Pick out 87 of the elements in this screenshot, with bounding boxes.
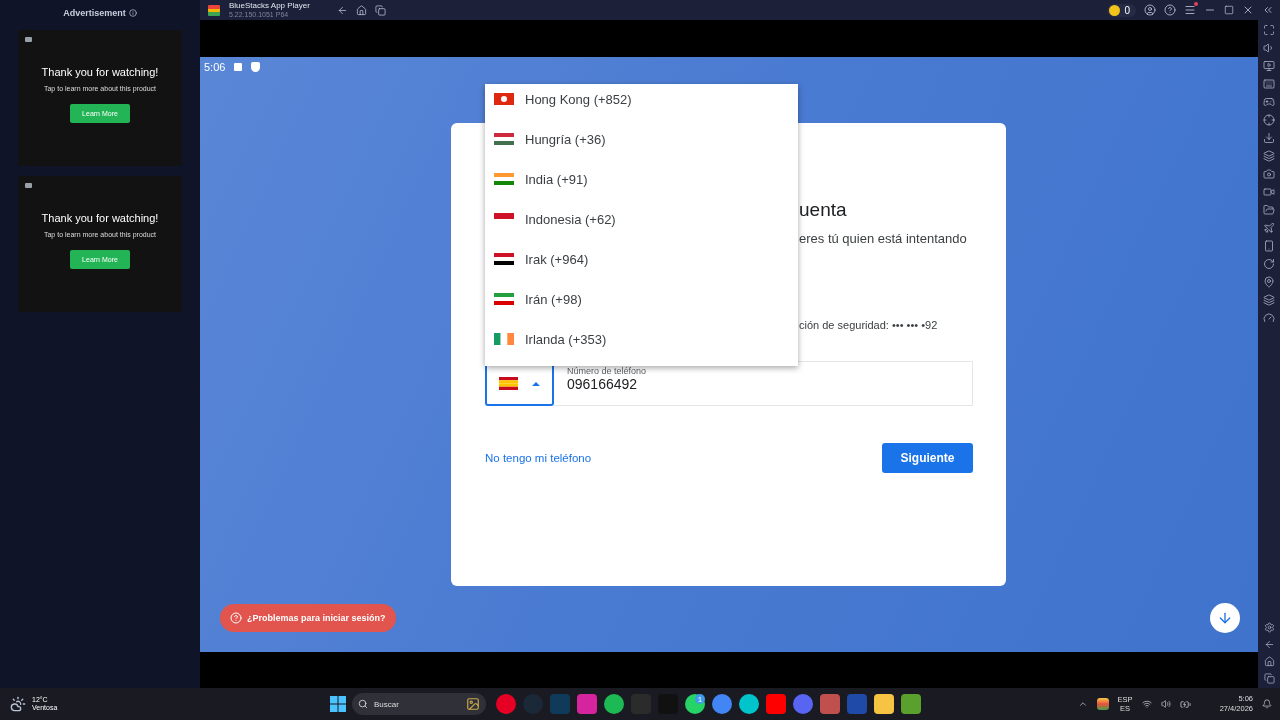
card-text: eres tú quien está intentando <box>799 231 968 246</box>
weather-icon[interactable] <box>10 696 26 712</box>
app-icon[interactable] <box>496 694 516 714</box>
speaker-icon[interactable] <box>1263 42 1275 54</box>
video-icon[interactable] <box>1263 186 1275 198</box>
close-icon[interactable] <box>1242 4 1254 16</box>
flag-icon <box>494 133 514 145</box>
coin-icon <box>1109 4 1121 16</box>
app-icon[interactable] <box>739 694 759 714</box>
caret-icon <box>532 381 540 386</box>
scroll-down-button[interactable] <box>1210 603 1240 633</box>
field-label: Número de teléfono <box>567 366 647 376</box>
logo-icon <box>207 3 221 17</box>
home-icon[interactable] <box>1263 656 1275 667</box>
user-icon[interactable] <box>1144 4 1156 16</box>
camera-icon[interactable] <box>1263 168 1275 180</box>
coin-count: 0 <box>1124 4 1130 16</box>
crosshair-icon[interactable] <box>1263 114 1275 126</box>
flag-icon <box>494 293 514 305</box>
search-icon <box>358 699 368 709</box>
help-icon <box>230 612 242 624</box>
app-icon[interactable] <box>901 694 921 714</box>
country-option[interactable]: Hong Kong (+852) <box>485 84 798 119</box>
ad-title: Thank you for watching! <box>41 66 159 78</box>
wifi-icon[interactable] <box>1141 699 1152 709</box>
flag-icon <box>494 253 514 265</box>
rotate-icon[interactable] <box>1263 258 1275 270</box>
next-button[interactable]: Siguiente <box>882 443 973 473</box>
volume-icon[interactable] <box>1160 699 1171 709</box>
country-option[interactable]: Hungría (+36) <box>485 119 798 159</box>
folder-icon[interactable] <box>1263 204 1275 216</box>
help-icon[interactable] <box>1164 4 1176 16</box>
ad-title: Thank you for watching! <box>41 212 159 224</box>
download-icon[interactable] <box>1263 132 1275 144</box>
bell-icon[interactable] <box>1262 699 1272 709</box>
chevron-up-icon[interactable] <box>1077 699 1088 709</box>
coin-counter[interactable]: 0 <box>1107 3 1136 17</box>
windows-logo-icon[interactable] <box>330 696 346 712</box>
battery-icon[interactable] <box>1179 698 1191 710</box>
recents-icon[interactable] <box>1263 673 1275 684</box>
ad-badge-icon <box>25 37 32 42</box>
search-field[interactable]: Buscar <box>352 693 486 715</box>
location-icon[interactable] <box>1263 276 1275 288</box>
screen-icon[interactable] <box>1263 60 1275 72</box>
phone-icon[interactable] <box>1263 240 1275 252</box>
app-icon[interactable] <box>874 694 894 714</box>
notification-icon <box>234 63 243 71</box>
message-badge: 1 <box>695 694 705 704</box>
hint-text: ción de seguridad: ••• ••• •92 <box>799 319 939 331</box>
gauge-icon[interactable] <box>1263 312 1275 324</box>
windows-icon[interactable] <box>375 4 386 16</box>
ad-label: Advertisement <box>63 8 126 18</box>
country-option[interactable]: Indonesia (+62) <box>485 199 798 239</box>
keyboard-icon[interactable] <box>1263 78 1275 90</box>
app-icon[interactable] <box>604 694 624 714</box>
card-title: uenta <box>799 199 848 221</box>
info-icon[interactable] <box>128 9 137 17</box>
restore-icon[interactable] <box>1224 5 1234 15</box>
back-icon[interactable] <box>337 4 348 16</box>
country-option[interactable]: Irak (+964) <box>485 239 798 279</box>
help-button[interactable]: ¿Problemas para iniciar sesión? <box>220 604 396 632</box>
settings-icon[interactable] <box>1263 622 1275 633</box>
home-icon[interactable] <box>356 4 367 16</box>
menu-icon[interactable] <box>1184 4 1196 16</box>
back-icon[interactable] <box>1263 639 1275 650</box>
gamepad-icon[interactable] <box>1263 96 1275 108</box>
country-option[interactable]: Irlanda (+353) <box>485 319 798 359</box>
layers-icon[interactable] <box>1263 150 1275 162</box>
country-option[interactable]: Irán (+98) <box>485 279 798 319</box>
app-title: BlueStacks App Player <box>229 2 311 10</box>
flag-icon <box>494 173 514 185</box>
collapse-icon[interactable] <box>1262 4 1274 16</box>
country-option[interactable]: India (+91) <box>485 159 798 199</box>
image-icon <box>466 697 480 711</box>
no-phone-link[interactable]: No tengo mi teléfono <box>485 452 592 464</box>
fullscreen-icon[interactable] <box>1263 24 1275 36</box>
ad-badge-icon <box>25 183 32 188</box>
flag-icon <box>499 377 518 390</box>
plane-icon[interactable] <box>1263 222 1275 234</box>
shield-icon <box>251 62 261 72</box>
flag-icon <box>494 93 514 105</box>
app-icon[interactable] <box>712 694 732 714</box>
app-icon[interactable] <box>793 694 813 714</box>
tray-app-icon[interactable] <box>1096 698 1109 710</box>
status-time: 5:06 <box>204 61 226 73</box>
flag-icon <box>494 333 514 345</box>
stack-icon[interactable] <box>1263 294 1275 306</box>
